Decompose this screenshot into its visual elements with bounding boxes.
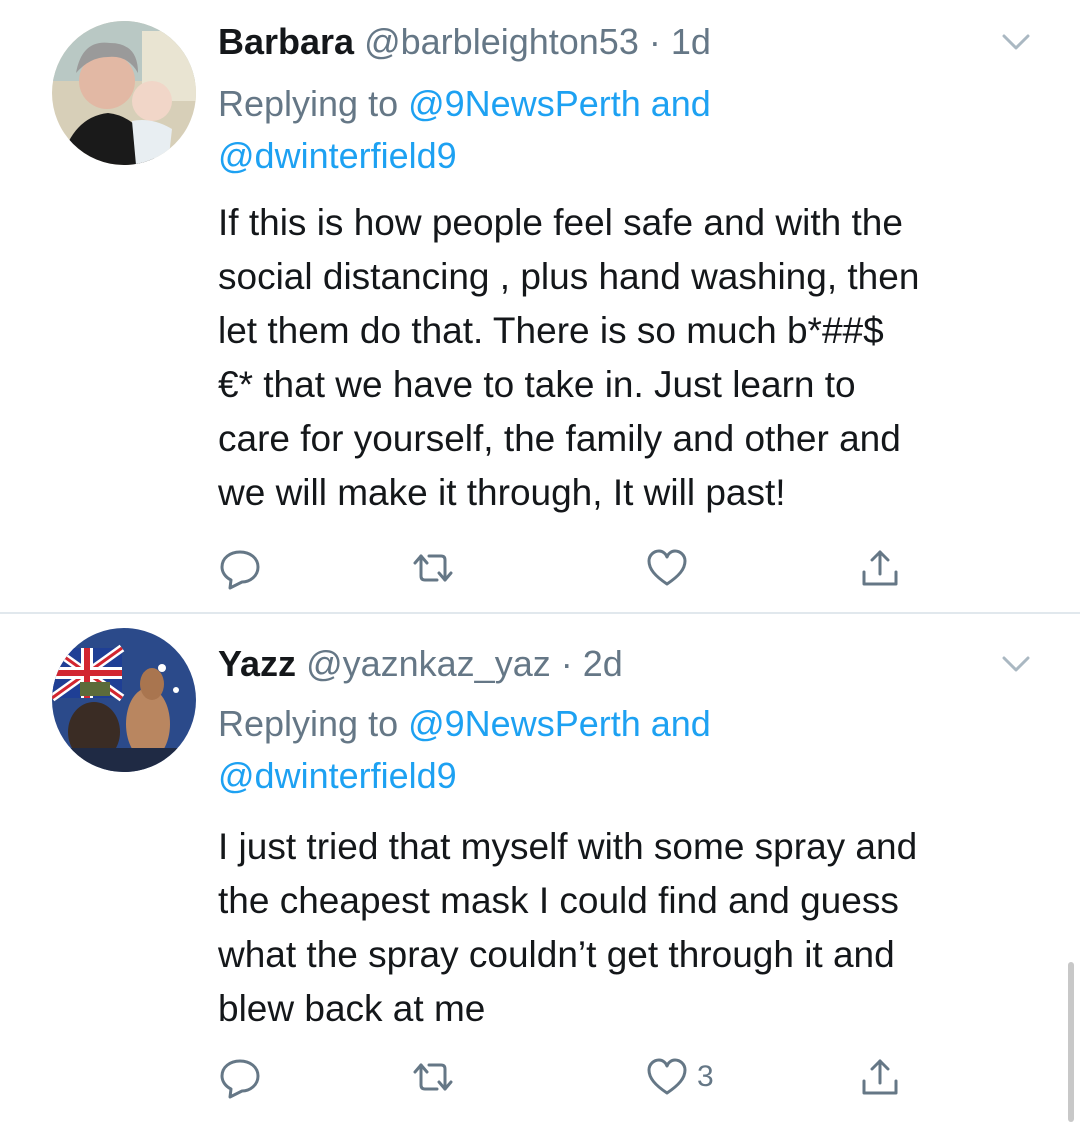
heart-icon (647, 1058, 687, 1095)
reply-icon (220, 1059, 260, 1099)
chevron-down-icon[interactable] (998, 24, 1034, 60)
mention-link[interactable]: @dwinterfield9 (218, 135, 457, 176)
replying-and[interactable]: and (641, 83, 711, 124)
share-icon (862, 550, 898, 586)
scrollbar[interactable] (1068, 962, 1074, 1122)
avatar-photo-image (52, 21, 196, 165)
heart-icon (647, 549, 687, 586)
like-button[interactable] (645, 543, 697, 593)
tweet-header: Barbara @barbleighton53 · 1d (218, 22, 711, 62)
replying-to-label: Replying to (218, 83, 409, 124)
display-name[interactable]: Yazz (218, 643, 296, 684)
tweet-text: If this is how people feel safe and with… (218, 202, 920, 513)
retweet-button[interactable] (411, 543, 455, 593)
retweet-icon (413, 554, 453, 582)
reply-icon (220, 550, 260, 590)
timestamp[interactable]: 1d (671, 21, 711, 62)
reply-button[interactable] (218, 543, 262, 593)
tweet-text: I just tried that myself with some spray… (218, 826, 918, 1029)
retweet-button[interactable] (411, 1052, 455, 1102)
like-count: 3 (697, 1060, 714, 1093)
tweet-item[interactable]: Yazz @yaznkaz_yaz · 2d Replying to @9New… (0, 614, 1080, 1128)
share-icon (862, 1059, 898, 1095)
display-name[interactable]: Barbara (218, 21, 354, 62)
chevron-down-icon[interactable] (998, 646, 1034, 682)
user-avatar[interactable] (52, 21, 196, 165)
user-handle[interactable]: @yaznkaz_yaz (306, 643, 551, 684)
replying-to-label: Replying to (218, 703, 409, 744)
reply-button[interactable] (218, 1052, 262, 1102)
timestamp[interactable]: 2d (583, 643, 623, 684)
user-handle[interactable]: @barbleighton53 (364, 21, 639, 62)
mention-link[interactable]: @dwinterfield9 (218, 755, 457, 796)
like-button[interactable]: 3 (645, 1052, 714, 1102)
share-button[interactable] (858, 543, 902, 593)
retweet-icon (413, 1063, 453, 1091)
tweet-header: Yazz @yaznkaz_yaz · 2d (218, 644, 623, 684)
user-avatar[interactable] (52, 628, 196, 772)
separator-dot: · (648, 21, 661, 62)
replying-to-line: Replying to @9NewsPerth and @dwinterfiel… (218, 698, 938, 802)
avatar-illustration-image (52, 628, 196, 772)
tweet-item[interactable]: Barbara @barbleighton53 · 1d Replying to… (0, 0, 1080, 614)
separator-dot: · (560, 643, 573, 684)
mention-link[interactable]: @9NewsPerth (408, 703, 641, 744)
tweet-actions: 3 (218, 1052, 918, 1102)
replying-to-line: Replying to @9NewsPerth and @dwinterfiel… (218, 78, 938, 182)
share-button[interactable] (858, 1052, 902, 1102)
replying-and[interactable]: and (641, 703, 711, 744)
tweet-actions (218, 543, 918, 593)
mention-link[interactable]: @9NewsPerth (408, 83, 641, 124)
